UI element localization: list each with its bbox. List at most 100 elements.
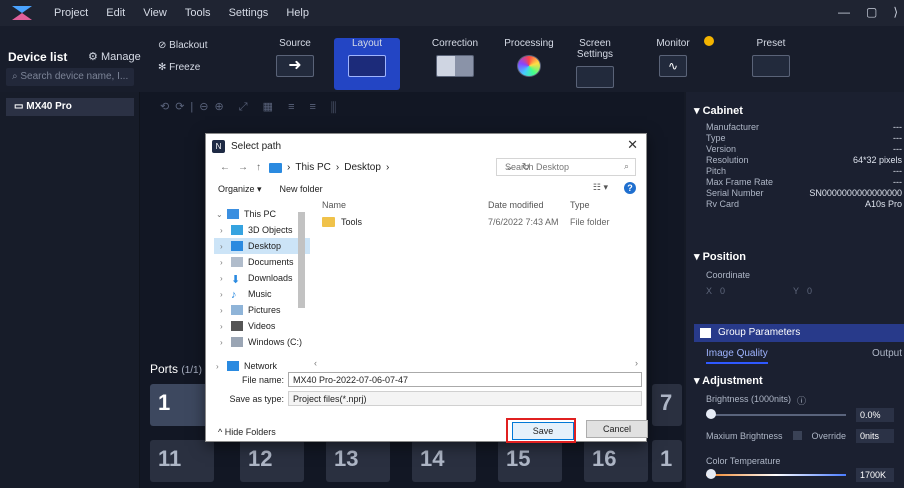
brightness-slider[interactable] [706,414,846,416]
new-folder-button[interactable]: New folder [280,184,323,195]
menu-settings[interactable]: Settings [229,7,269,19]
chevron-right-icon: › [220,273,223,283]
app-icon: N [212,139,225,153]
port-cell[interactable]: 12 [240,440,304,482]
column-date-modified[interactable]: Date modified [488,200,570,210]
nav-downloads[interactable]: › ⬇ Downloads [214,270,310,286]
nav-3d-objects[interactable]: › 3D Objects [214,222,310,238]
scroll-right-icon[interactable]: › [635,358,638,368]
port-number: 11 [158,446,182,471]
cabinet-section[interactable]: ▾ Cabinet [694,104,743,117]
device-item-mx40[interactable]: ▭ MX40 Pro [6,98,134,116]
color-temp-knob[interactable] [706,469,716,479]
row-value: --- [893,133,902,143]
port-cell[interactable]: 11 [150,440,214,482]
minimize-icon[interactable]: — [838,5,850,19]
menu-tools[interactable]: Tools [185,7,211,19]
freeze-button[interactable]: ✻ Freeze [158,62,200,73]
file-row[interactable]: Tools 7/6/2022 7:43 AM File folder [316,217,636,227]
nav-label: Videos [248,321,276,331]
override-checkbox[interactable] [792,431,802,440]
port-cell[interactable]: 13 [326,440,390,482]
source-button[interactable]: Source ➜ [262,38,328,90]
layout-button[interactable]: Layout [334,38,400,90]
column-type[interactable]: Type [570,200,590,210]
up-arrow-icon[interactable]: ↑ [256,162,261,173]
position-section[interactable]: ▾ Position [694,250,746,263]
device-list-title: Device list [8,50,68,64]
help-icon[interactable]: ? [624,182,636,194]
correction-button[interactable]: Correction [422,38,488,90]
view-options-icon[interactable]: ☷ ▾ [593,182,608,193]
nav-music[interactable]: › ♪ Music [214,286,310,302]
organize-button[interactable]: Organize ▾ [218,184,262,195]
menu-bar: Project Edit View Tools Settings Help — … [0,0,904,26]
brightness-knob[interactable] [706,409,716,419]
manage-button[interactable]: ⚙ Manage [88,50,141,63]
group-parameters-bar[interactable]: Group Parameters [694,324,904,342]
nav-pictures[interactable]: › Pictures [214,302,310,318]
file-name-input[interactable]: MX40 Pro-2022-07-06-07-47 [288,372,642,387]
tab-output[interactable]: Output [872,348,902,364]
y-label: Y [793,286,800,296]
snowflake-icon: ✻ [158,62,167,73]
port-cell[interactable]: 14 [412,440,476,482]
maximize-icon[interactable]: ▢ [866,5,877,19]
info-icon: ⓘ [797,396,807,406]
blackout-button[interactable]: ⊘ Blackout [158,40,208,51]
max-brightness-value[interactable]: 0nits [856,429,894,443]
adjustment-section[interactable]: ▾ Adjustment [694,374,763,387]
preset-button[interactable]: Preset [738,38,804,90]
screen-settings-button[interactable]: Screen Settings [562,38,628,90]
desktop-icon [231,241,243,251]
processing-button[interactable]: Processing [496,38,562,90]
coordinate-fields[interactable]: X0Y0 [706,286,902,296]
window-controls: — ▢ ⟩ [838,5,898,19]
nav-this-pc[interactable]: ⌄ This PC [210,206,306,222]
menu-view[interactable]: View [143,7,167,19]
tab-image-quality[interactable]: Image Quality [706,348,768,364]
nav-desktop[interactable]: › Desktop [214,238,310,254]
correction-label: Correction [431,38,479,49]
color-temp-slider[interactable] [706,474,846,476]
monitor-wave-icon: ∿ [659,55,687,77]
breadcrumb[interactable]: › This PC › Desktop › [269,162,389,173]
row-value: --- [893,166,902,176]
port-cell[interactable]: 16 [584,440,648,482]
nav-scrollbar[interactable] [298,212,305,308]
port-cell[interactable]: 7 [652,384,682,426]
search-desktop-input[interactable]: Search Desktop ⌕ [496,158,636,176]
nav-windows-c[interactable]: › Windows (C:) [214,334,310,350]
color-temp-value[interactable]: 1700K [856,468,894,482]
port-number: 7 [660,390,673,415]
save-type-select[interactable]: Project files(*.nprj) [288,391,642,406]
nav-documents[interactable]: › Documents [214,254,310,270]
nav-videos[interactable]: › Videos [214,318,310,334]
save-button[interactable]: Save [512,422,574,440]
brightness-value[interactable]: 0.0% [856,408,894,422]
port-cell[interactable]: 15 [498,440,562,482]
search-icon: ⌕ [623,161,629,171]
row-key: Type [706,133,726,143]
scroll-left-icon[interactable]: ‹ [314,358,317,368]
menu-help[interactable]: Help [286,7,309,19]
column-name[interactable]: Name [316,200,488,210]
horizontal-scrollbar[interactable]: ‹ › [210,358,640,368]
menu-project[interactable]: Project [54,7,88,19]
close-window-icon[interactable]: ⟩ [893,5,898,19]
forward-arrow-icon[interactable]: → [238,162,248,173]
close-icon[interactable]: ✕ [627,137,638,153]
device-search-input[interactable]: ⌕ Search device name, I... [6,68,134,86]
cancel-button[interactable]: Cancel [586,420,648,438]
port-number: 16 [592,446,617,471]
screen-settings-label: Screen Settings [576,38,614,60]
file-type: File folder [570,217,610,227]
monitor-button[interactable]: Monitor ∿ [640,38,706,90]
app-logo-icon [12,6,32,20]
port-cell[interactable]: 1 [652,440,682,482]
breadcrumb-desktop[interactable]: Desktop [344,162,381,173]
back-arrow-icon[interactable]: ← [220,162,230,173]
hide-folders-button[interactable]: ^ Hide Folders [218,427,276,437]
menu-edit[interactable]: Edit [106,7,125,19]
breadcrumb-this-pc[interactable]: This PC [295,162,331,173]
